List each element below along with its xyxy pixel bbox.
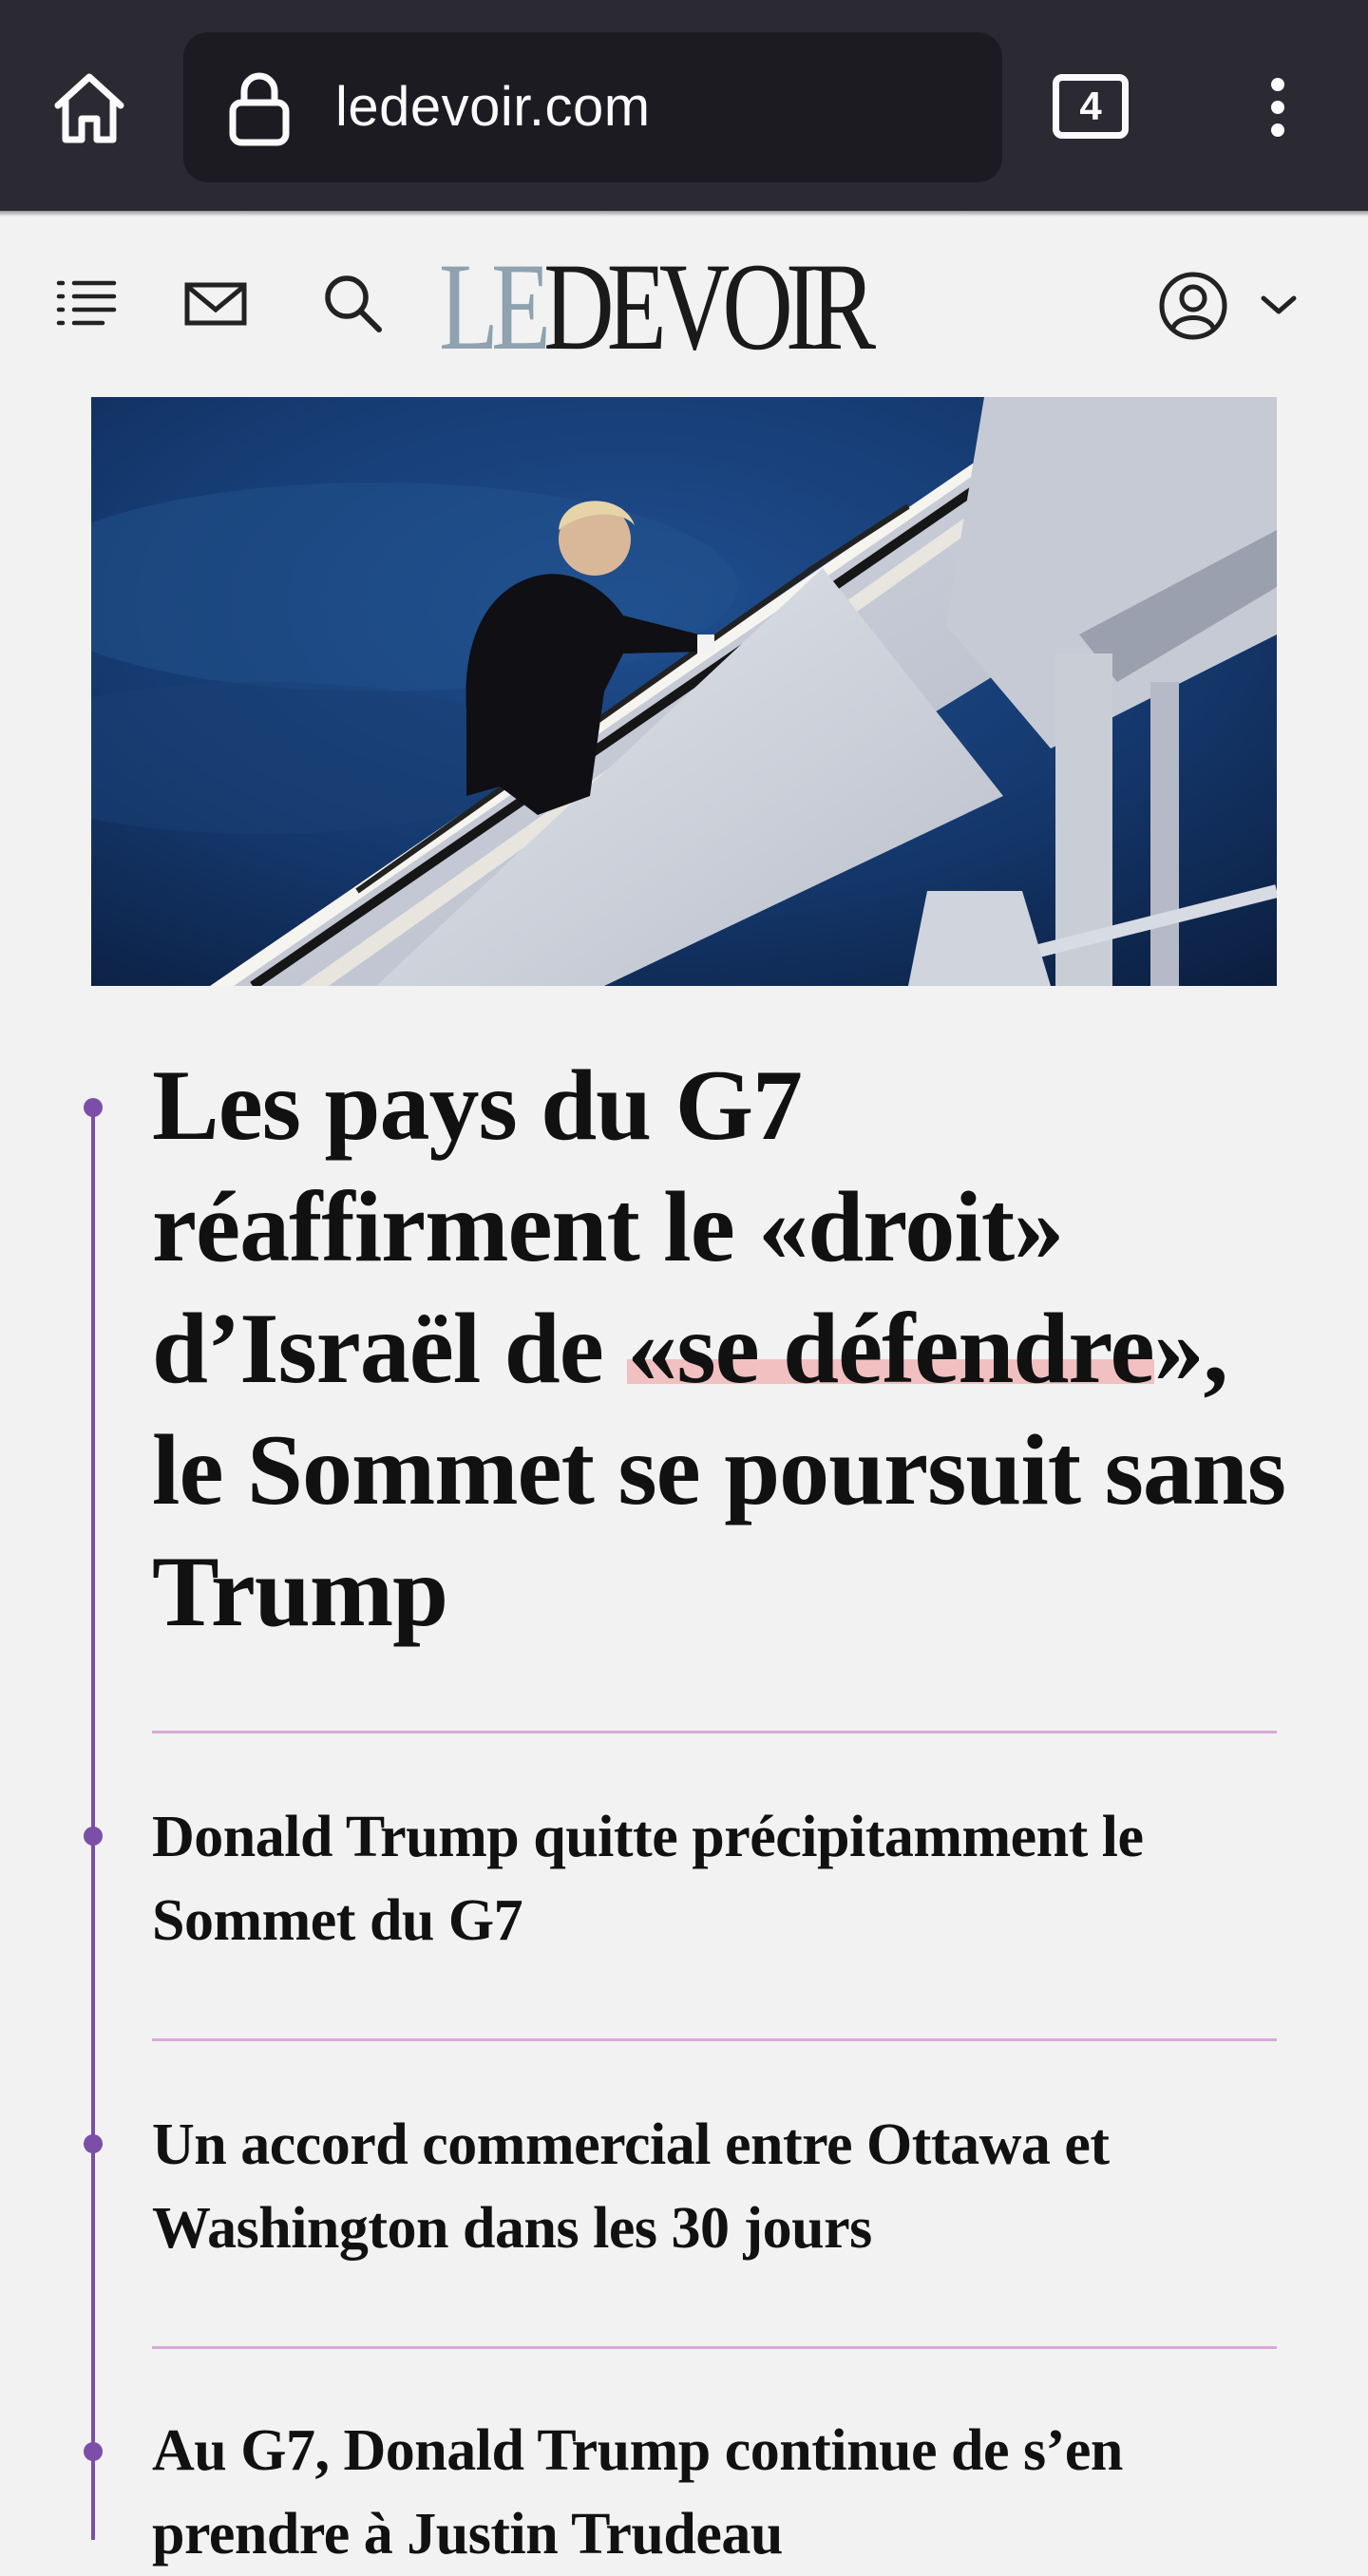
account-icon xyxy=(1159,272,1227,340)
home-icon xyxy=(54,73,124,143)
hero-image[interactable] xyxy=(91,397,1277,986)
logo-devoir: DEVOIR xyxy=(543,237,876,376)
url-bar[interactable]: ledevoir.com xyxy=(183,32,1002,182)
account-button[interactable] xyxy=(1157,270,1309,342)
divider xyxy=(152,2346,1277,2349)
timeline-dot xyxy=(84,2134,103,2153)
home-button[interactable] xyxy=(44,63,135,154)
related-article-link[interactable]: Au G7, Donald Trump continue de s’en pre… xyxy=(152,2409,1292,2576)
search-icon[interactable] xyxy=(314,264,391,342)
more-vert-icon[interactable] xyxy=(1235,65,1320,150)
divider xyxy=(152,1731,1277,1733)
timeline-line xyxy=(91,1106,95,2540)
site-header: LEDEVOIR xyxy=(0,217,1368,397)
related-article-link[interactable]: Donald Trump quitte précipitamment le So… xyxy=(152,1795,1292,1962)
related-article-link[interactable]: Un accord commercial entre Ottawa et Was… xyxy=(152,2103,1292,2270)
tab-count: 4 xyxy=(1079,84,1102,128)
site-logo[interactable]: LEDEVOIR xyxy=(439,244,876,369)
highlighted-text: «se défendre xyxy=(627,1293,1155,1404)
list-menu-icon[interactable] xyxy=(48,264,125,342)
timeline-dot xyxy=(84,1098,103,1117)
lock-icon[interactable] xyxy=(221,68,297,148)
tabs-button[interactable]: 4 xyxy=(1053,74,1129,139)
chevron-down-icon xyxy=(1261,295,1297,314)
article-headline[interactable]: Les pays du G7 réaffirment le «droit» d’… xyxy=(152,1045,1292,1653)
logo-le: LE xyxy=(439,237,551,376)
url-text: ledevoir.com xyxy=(335,76,651,138)
timeline-dot xyxy=(84,1827,103,1846)
browser-toolbar: ledevoir.com 4 xyxy=(0,0,1368,217)
mail-icon[interactable] xyxy=(177,264,255,342)
divider xyxy=(152,2038,1277,2041)
timeline-dot xyxy=(84,2442,103,2461)
